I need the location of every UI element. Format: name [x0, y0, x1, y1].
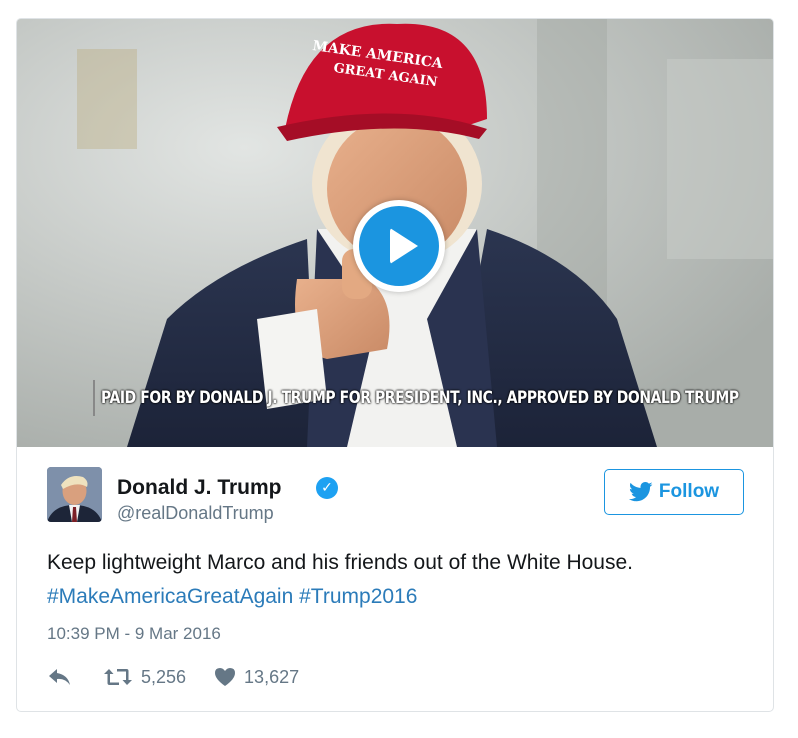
tweet-actions: 5,256 13,627	[47, 662, 299, 692]
user-handle[interactable]: @realDonaldTrump	[117, 503, 274, 524]
reply-button[interactable]	[47, 667, 73, 687]
hashtag-link[interactable]: #Trump2016	[299, 585, 417, 608]
retweet-button[interactable]: 5,256	[103, 667, 186, 688]
play-circle	[359, 206, 439, 286]
avatar[interactable]	[47, 467, 102, 522]
retweet-icon	[104, 669, 132, 685]
video-disclaimer: PAID FOR BY DONALD J. TRUMP FOR PRESIDEN…	[93, 377, 739, 419]
twitter-bird-icon	[628, 482, 653, 502]
play-icon	[390, 228, 418, 264]
reply-icon	[49, 669, 70, 685]
hashtag-link[interactable]: #MakeAmericaGreatAgain	[47, 585, 293, 608]
video-thumbnail[interactable]: MAKE AMERICA GREAT AGAIN PAID FOR BY DON…	[17, 19, 773, 447]
follow-label: Follow	[658, 481, 720, 502]
like-count: 13,627	[244, 666, 300, 687]
display-name[interactable]: Donald J. Trump	[117, 476, 282, 500]
follow-button[interactable]: Follow	[604, 469, 744, 515]
tweet-body: Keep lightweight Marco and his friends o…	[47, 551, 633, 574]
play-button[interactable]	[353, 200, 445, 292]
retweet-count: 5,256	[141, 666, 187, 687]
disclaimer-text: PAID FOR BY DONALD J. TRUMP FOR PRESIDEN…	[101, 388, 739, 408]
tweet-timestamp[interactable]: 10:39 PM - 9 Mar 2016	[47, 624, 221, 644]
verified-check-icon: ✓	[316, 477, 338, 499]
disclaimer-thumbnail	[93, 380, 95, 416]
like-button[interactable]: 13,627	[214, 667, 299, 688]
tweet-text: Keep lightweight Marco and his friends o…	[47, 546, 747, 614]
heart-icon	[215, 668, 236, 686]
